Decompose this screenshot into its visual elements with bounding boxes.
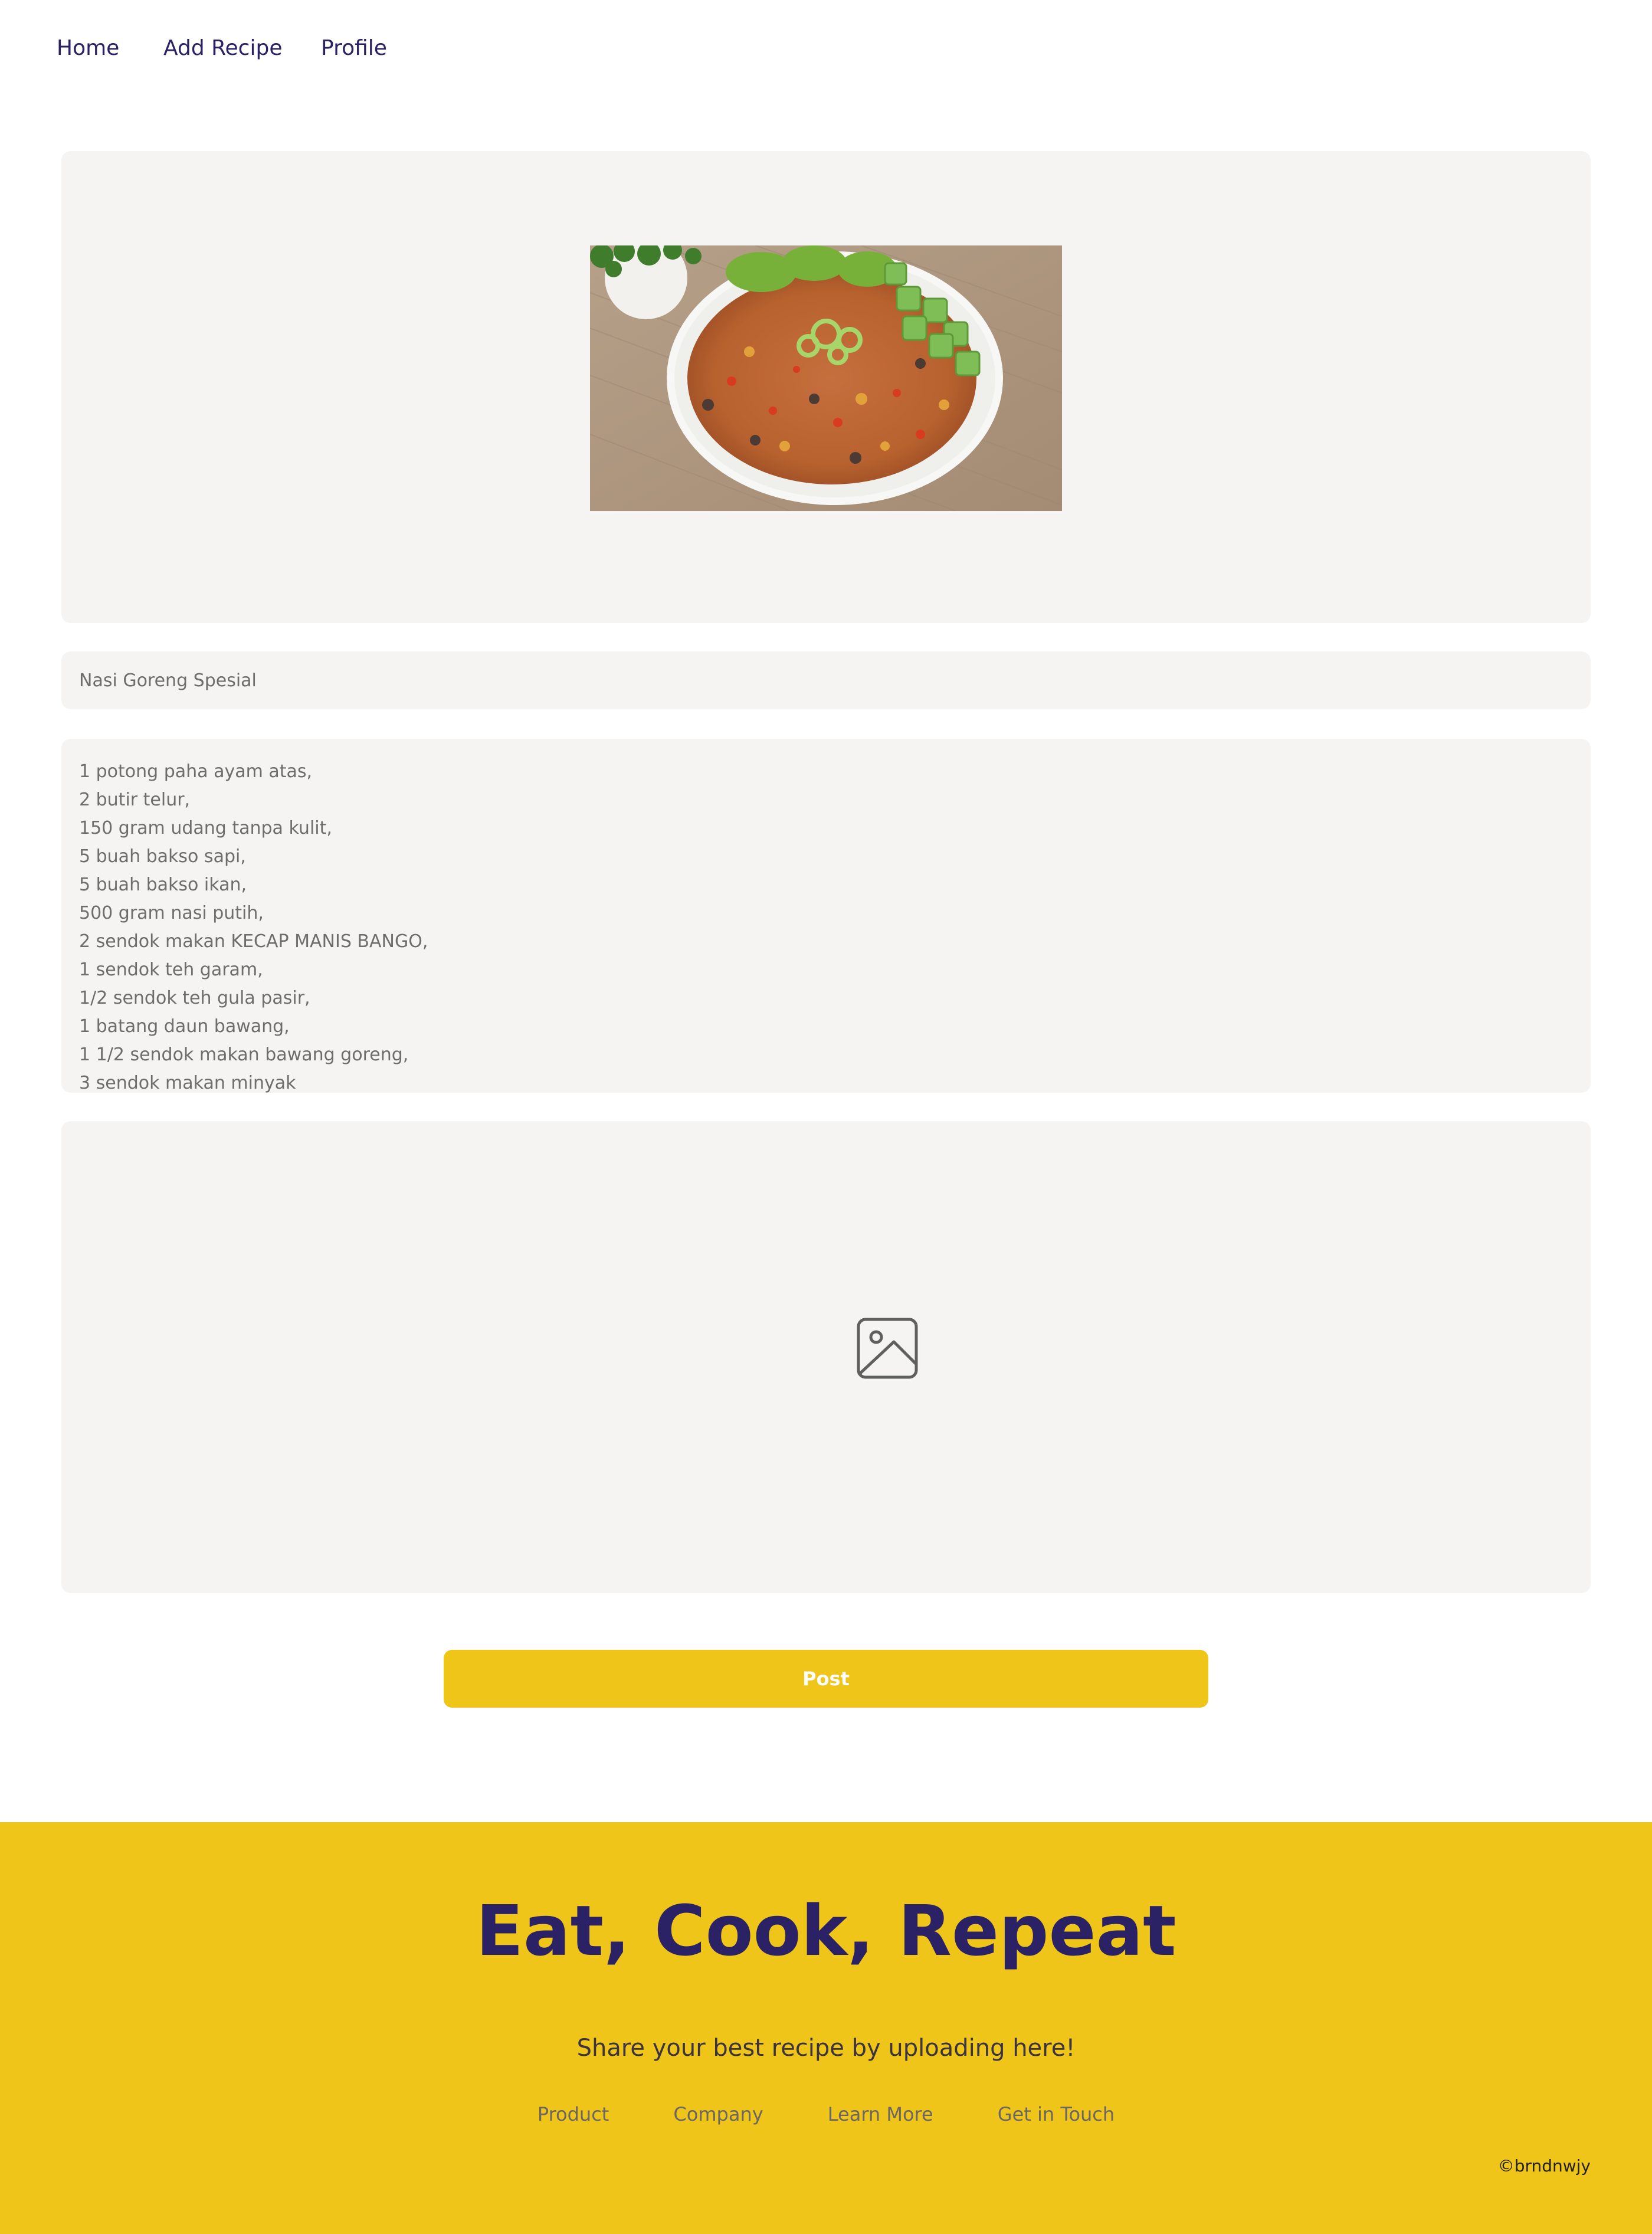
recipe-title-input[interactable] — [61, 651, 1591, 709]
top-nav: Home Add Recipe Profile — [0, 0, 1652, 94]
footer-link-company[interactable]: Company — [673, 2103, 763, 2125]
footer: Eat, Cook, Repeat Share your best recipe… — [0, 1822, 1652, 2234]
image-icon — [857, 1318, 918, 1379]
footer-link-learn-more[interactable]: Learn More — [828, 2103, 933, 2125]
footer-links: Product Company Learn More Get in Touch — [0, 2103, 1652, 2125]
copyright-text: ©brndnwjy — [1497, 2156, 1591, 2176]
food-photo — [590, 245, 1062, 511]
footer-subtitle: Share your best recipe by uploading here… — [576, 2035, 1076, 2062]
recipe-image-preview[interactable] — [61, 151, 1591, 623]
footer-title: Eat, Cook, Repeat — [476, 1890, 1176, 1971]
footer-link-product[interactable]: Product — [537, 2103, 609, 2125]
nav-add-recipe-link[interactable]: Add Recipe — [163, 34, 282, 63]
ingredients-textarea[interactable]: 1 potong paha ayam atas, 2 butir telur, … — [61, 739, 1591, 1093]
nav-profile-link[interactable]: Profile — [321, 34, 387, 63]
post-button[interactable]: Post — [444, 1650, 1208, 1708]
nav-home-link[interactable]: Home — [57, 34, 119, 63]
video-upload-area[interactable] — [61, 1121, 1591, 1593]
footer-link-get-in-touch[interactable]: Get in Touch — [998, 2103, 1115, 2125]
